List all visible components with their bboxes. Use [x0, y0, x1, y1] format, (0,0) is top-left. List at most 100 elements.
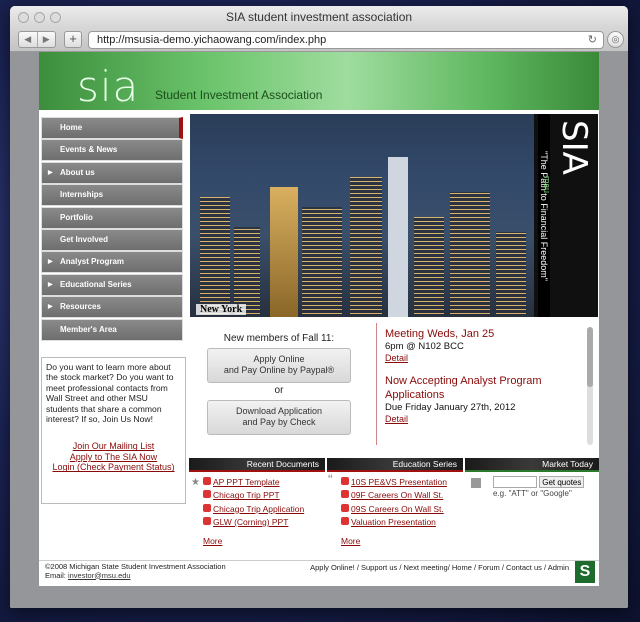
file-icon [341, 490, 349, 499]
file-icon [341, 503, 349, 512]
more-documents-link[interactable]: More [203, 535, 325, 548]
window-title: SIA student investment association [225, 10, 413, 24]
nav-item-educational-series[interactable]: ▶ Educational Series [41, 273, 183, 296]
quote-symbol-input[interactable] [493, 476, 537, 488]
hero-banner: New York SIA "The Path to Financial Free… [190, 114, 598, 317]
site-header: SIA Student Investment Association [39, 52, 599, 112]
download-application-button[interactable]: Download Application and Pay by Check [207, 400, 351, 435]
submenu-arrow-icon: ▶ [48, 259, 53, 266]
presentation-link[interactable]: 10S PE&VS Presentation [341, 476, 463, 489]
nav-item-label: Member's Area [60, 324, 117, 334]
file-icon [203, 477, 211, 485]
submenu-arrow-icon: ▶ [48, 304, 53, 311]
presentation-link[interactable]: 09F Careers On Wall St. [341, 489, 463, 502]
title-bar: SIA student investment association [10, 6, 628, 28]
nav-item-label: Educational Series [60, 279, 132, 289]
history-buttons: ◀ ▶ [18, 31, 56, 48]
recent-documents-heading: Recent Documents [189, 458, 325, 472]
star-icon: ★ [191, 477, 200, 488]
or-text: or [274, 385, 284, 396]
event-detail: Due Friday January 27th, 2012 [385, 402, 516, 413]
file-icon [341, 477, 349, 485]
address-bar[interactable]: http://msusia-demo.yichaowang.com/index.… [88, 31, 604, 49]
event-detail: 6pm @ N102 BCC [385, 341, 464, 352]
education-series-column: Education Series “ 10S PE&VS Presentatio… [327, 458, 463, 553]
reload-icon[interactable]: ↻ [588, 32, 597, 48]
browser-window: SIA student investment association ◀ ▶ +… [10, 6, 628, 608]
nav-item-portfolio[interactable]: Portfolio [41, 206, 183, 229]
event-detail-link[interactable]: Detail [385, 353, 596, 363]
nav-item-events-news[interactable]: Events & News [41, 139, 183, 162]
document-link[interactable]: AP PPT Template [203, 476, 325, 489]
document-link[interactable]: Chicago Trip Application [203, 503, 325, 516]
new-members-box: New members of Fall 11: Apply Online and… [204, 333, 354, 435]
file-icon [341, 517, 349, 526]
nav-item-label: Events & News [60, 145, 118, 155]
nav-item-label: Portfolio [60, 212, 93, 222]
email-label: Email: [45, 570, 66, 580]
apply-online-line2: and Pay Online by Paypal® [223, 365, 335, 375]
site-footer: ©2008 Michigan State Student Investment … [39, 560, 599, 586]
panel-msu-text: msu [542, 176, 552, 194]
submenu-arrow-icon: ▶ [48, 281, 53, 288]
nav-item-internships[interactable]: Internships [41, 184, 183, 207]
events-panel: Meeting Weds, Jan 25 6pm @ N102 BCC Deta… [376, 323, 596, 445]
submenu-arrow-icon: ▶ [48, 169, 53, 176]
nav-item-member-s-area[interactable]: Member's Area [41, 318, 183, 341]
quote-example-text: e.g. "ATT" or "Google" [493, 489, 572, 498]
nav-item-label: Internships [60, 190, 104, 200]
more-education-link[interactable]: More [341, 535, 463, 548]
msu-logo: S [575, 561, 595, 583]
nav-item-about-us[interactable]: ▶ About us [41, 161, 183, 184]
new-tab-button[interactable]: + [64, 31, 82, 48]
nav-item-label: Resources [60, 302, 101, 312]
login-link[interactable]: Login (Check Payment Status) [52, 462, 174, 472]
apply-link[interactable]: Apply to The SIA Now [70, 452, 157, 462]
site-container: SIA Student Investment Association Home E… [39, 52, 599, 586]
tagline: "The Path to Financial Freedom" [538, 114, 550, 317]
presentation-link[interactable]: Valuation Presentation [341, 516, 463, 529]
apply-online-button[interactable]: Apply Online and Pay Online by Paypal® [207, 348, 351, 383]
file-icon [203, 517, 211, 526]
sia-logo[interactable]: SIA [77, 62, 139, 111]
logo-subtitle: Student Investment Association [155, 88, 323, 102]
scrollbar-thumb[interactable] [587, 327, 593, 387]
hero-caption: New York [196, 304, 247, 315]
browser-toolbar: ◀ ▶ + http://msusia-demo.yichaowang.com/… [10, 28, 628, 52]
presentation-link[interactable]: 09S Careers On Wall St. [341, 503, 463, 516]
mailing-list-link[interactable]: Join Our Mailing List [73, 441, 155, 451]
nav-item-label: Home [60, 123, 83, 132]
events-scrollbar[interactable] [587, 327, 593, 445]
panel-sia-logo: SIA [554, 120, 594, 175]
page-viewport: SIA Student Investment Association Home E… [10, 52, 628, 608]
event-title: Now Accepting Analyst Program Applicatio… [385, 375, 542, 401]
get-quotes-button[interactable]: Get quotes [539, 476, 585, 488]
event-title: Meeting Weds, Jan 25 [385, 328, 495, 340]
chart-icon [471, 478, 481, 488]
apply-online-line1: Apply Online [253, 354, 305, 364]
url-text: http://msusia-demo.yichaowang.com/index.… [97, 34, 327, 46]
forward-button[interactable]: ▶ [38, 32, 56, 47]
nav-item-label: Analyst Program [60, 257, 125, 267]
intro-box: Do you want to learn more about the stoc… [41, 357, 186, 504]
nav-item-get-involved[interactable]: Get Involved [41, 228, 183, 251]
main-nav: Home Events & News ▶ About us Internships Por… [41, 117, 183, 341]
email-link[interactable]: investor@msu.edu [68, 571, 131, 580]
document-link[interactable]: GLW (Corning) PPT [203, 516, 325, 529]
nav-item-home[interactable]: Home [41, 117, 183, 139]
back-button[interactable]: ◀ [19, 32, 38, 47]
nav-item-label: About us [60, 167, 95, 177]
nav-item-label: Get Involved [60, 234, 109, 244]
market-today-column: Market Today Get quotes e.g. "ATT" or "G… [465, 458, 599, 553]
nav-item-resources[interactable]: ▶ Resources [41, 296, 183, 319]
document-link[interactable]: Chicago Trip PPT [203, 489, 325, 502]
download-line2: and Pay by Check [242, 417, 316, 427]
event-detail-link[interactable]: Detail [385, 414, 596, 424]
file-icon [203, 490, 211, 499]
bottom-columns: Recent Documents ★ AP PPT Template Chica… [189, 458, 599, 553]
education-series-heading: Education Series [327, 458, 463, 472]
footer-links[interactable]: Apply Online! / Support us / Next meetin… [310, 563, 569, 572]
nav-item-analyst-program[interactable]: ▶ Analyst Program [41, 251, 183, 274]
reader-button[interactable]: ◎ [607, 31, 624, 48]
recent-documents-column: Recent Documents ★ AP PPT Template Chica… [189, 458, 325, 553]
